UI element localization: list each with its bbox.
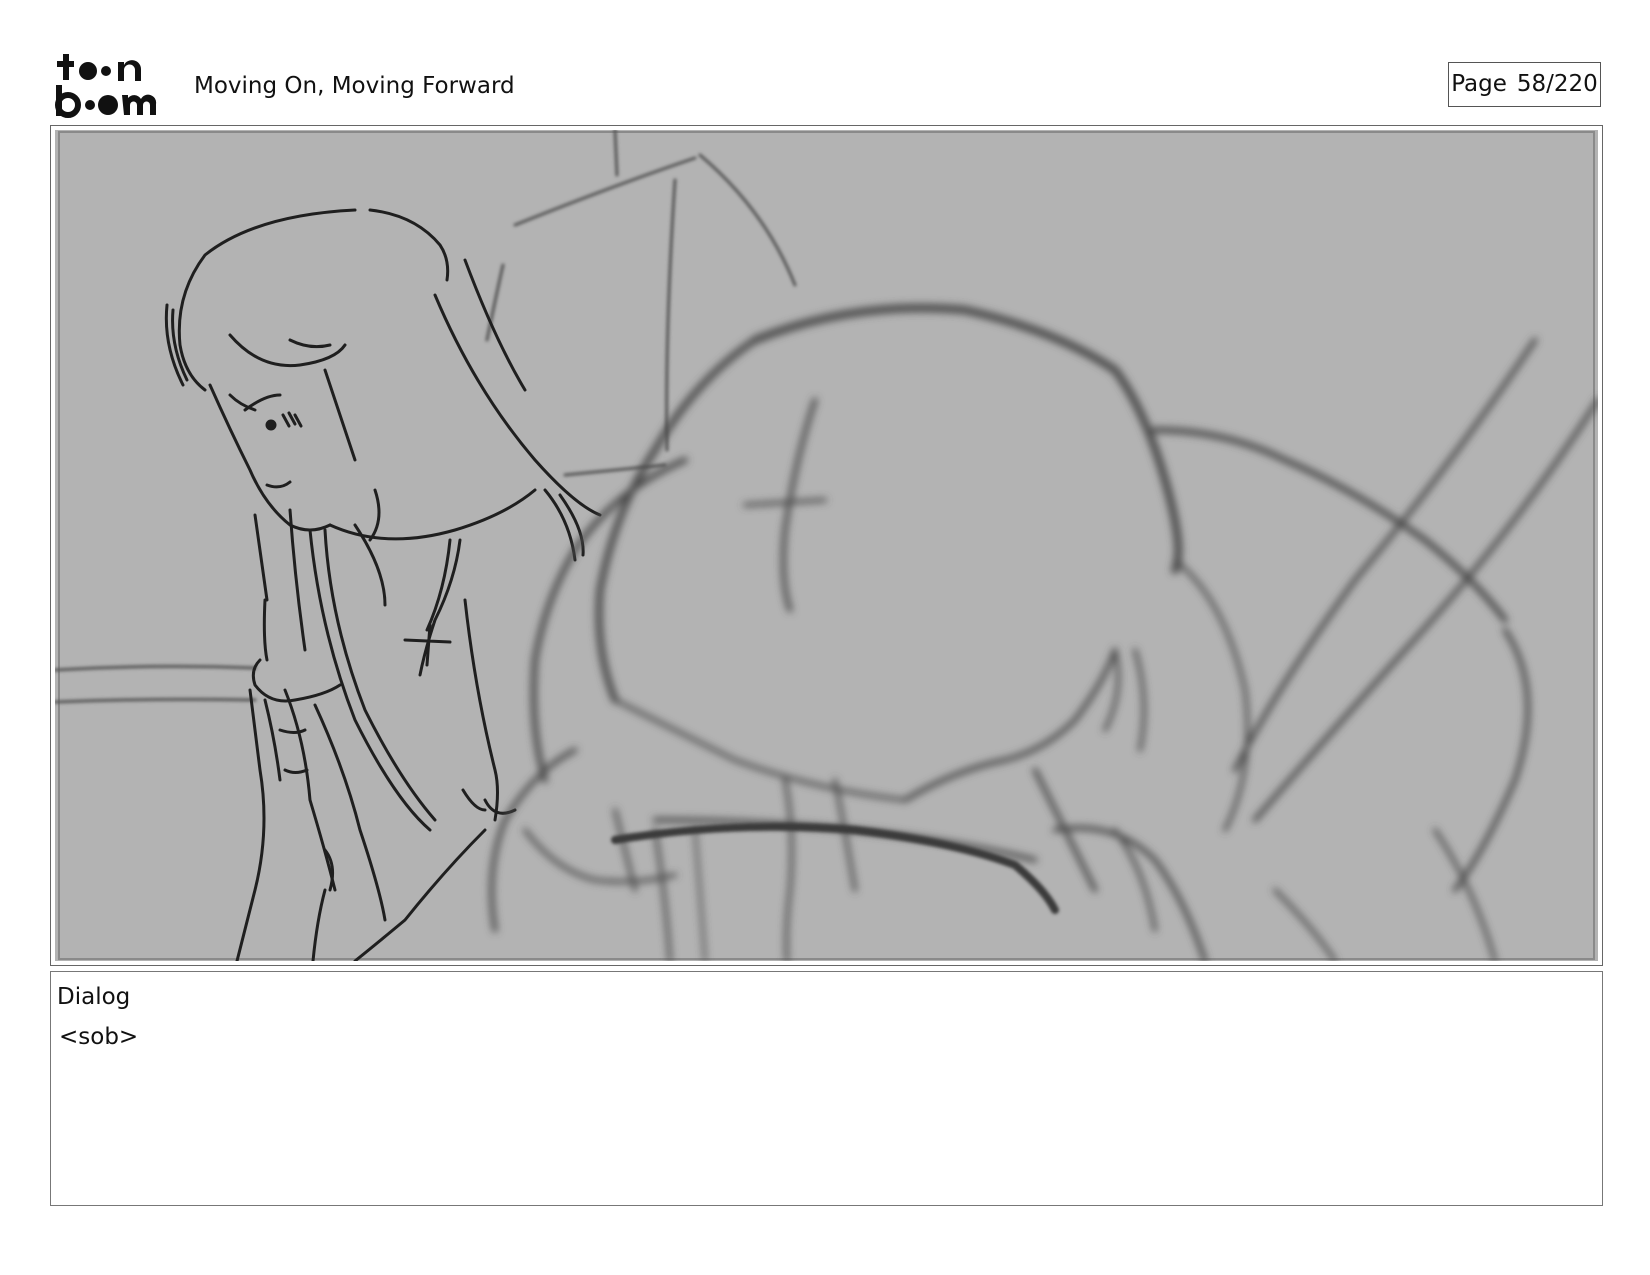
document-title: Moving On, Moving Forward	[194, 73, 515, 99]
toonboom-logo	[54, 52, 172, 118]
storyboard-panel	[50, 125, 1603, 966]
panel-sketch-image	[55, 130, 1598, 961]
dialog-box: Dialog <sob>	[50, 971, 1603, 1206]
dialog-text: <sob>	[59, 1024, 139, 1050]
page-indicator: Page 58/220	[1448, 62, 1601, 107]
page-label: Page	[1451, 71, 1507, 97]
dialog-label: Dialog	[57, 984, 131, 1010]
page-number: 58/220	[1516, 71, 1598, 97]
